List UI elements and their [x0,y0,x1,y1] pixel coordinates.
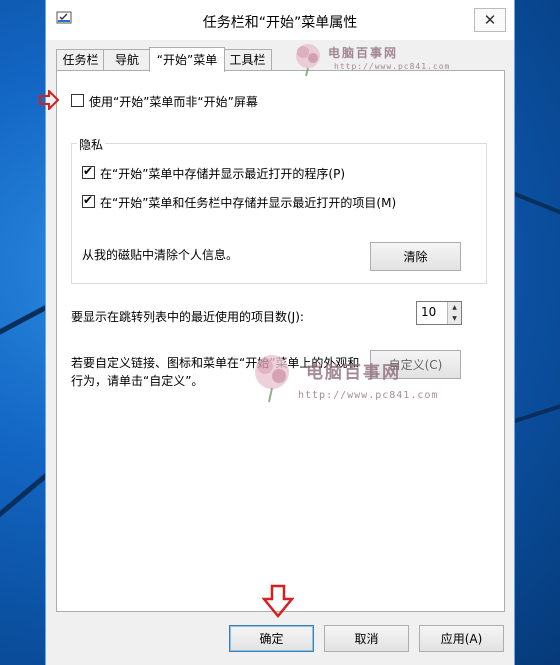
close-icon: ✕ [483,11,497,29]
customize-description-line2: 行为，请单击“自定义”。 [71,374,204,388]
desktop-wallpaper-line [509,190,560,221]
tab-navigation[interactable]: 导航 [103,49,151,71]
title-bar: 任务栏和“开始”菜单属性 ✕ [46,0,514,40]
flower-icon [255,355,289,403]
stepper-down-button[interactable]: ▼ [447,313,461,324]
taskbar-start-properties-dialog: 任务栏和“开始”菜单属性 ✕ 任务栏 导航 “开始”菜单 工具栏 使用“开始”菜… [46,0,514,665]
desktop-wallpaper-line [511,401,560,424]
clear-button[interactable]: 清除 [370,242,461,271]
store-recent-items-label: 在“开始”菜单和任务栏中存储并显示最近打开的项目(M) [100,196,397,210]
store-recent-programs-checkbox[interactable] [82,164,95,179]
tab-toolbars[interactable]: 工具栏 [223,49,272,71]
cancel-button[interactable]: 取消 [324,625,409,652]
use-start-menu-checkbox[interactable] [71,94,84,107]
jumplist-count-value: 10 [421,305,437,319]
window-title: 任务栏和“开始”菜单属性 [202,15,358,31]
use-start-menu-label: 使用“开始”菜单而非“开始”屏幕 [89,95,258,109]
triangle-up-icon: ▲ [452,304,457,311]
watermark-url-middle: http://www.pc841.com [298,390,439,401]
watermark-url-top: http://www.pc841.com [334,62,451,71]
store-recent-items-checkbox[interactable] [82,193,95,208]
jumplist-count-stepper[interactable]: 10 ▲ ▼ [416,301,462,325]
annotation-arrow-down-icon [262,584,294,618]
annotation-arrow-right-icon [39,90,60,110]
start-menu-panel: 使用“开始”菜单而非“开始”屏幕 隐私 在“开始”菜单中存储并显示最近打开的程序… [56,70,505,612]
clear-tiles-text: 从我的磁贴中清除个人信息。 [82,248,239,262]
watermark-brand-middle: 电脑百事网 [306,363,401,383]
jumplist-count-label: 要显示在跳转列表中的最近使用的项目数(J): [71,310,304,324]
tab-taskbar[interactable]: 任务栏 [56,49,105,71]
privacy-group-title: 隐私 [77,136,106,153]
watermark-brand-top: 电脑百事网 [328,46,399,60]
close-button[interactable]: ✕ [474,8,506,32]
apply-button[interactable]: 应用(A) [419,625,504,652]
triangle-down-icon: ▼ [452,315,457,322]
store-recent-programs-label: 在“开始”菜单中存储并显示最近打开的程序(P) [100,167,346,181]
ok-button[interactable]: 确定 [229,625,314,652]
tab-start-menu[interactable]: “开始”菜单 [149,47,225,72]
